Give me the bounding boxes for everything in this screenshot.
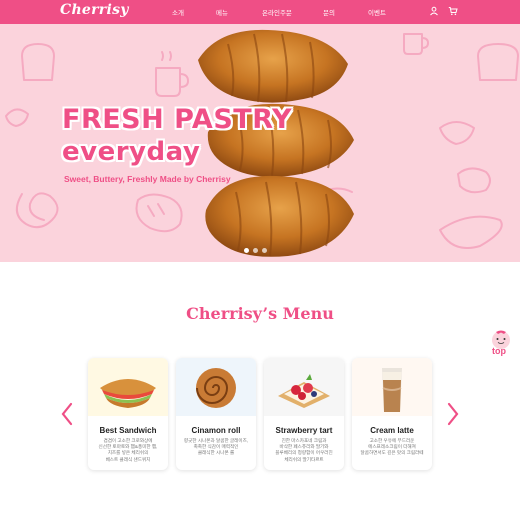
menu-card[interactable]: Cream latte 고소한 우유에 부드러운 에스프레소크림이 더해져 달콤하… (352, 358, 432, 470)
menu-item-name: Strawberry tart (275, 426, 333, 435)
main-nav: 소개 메뉴 온라인주문 문의 이벤트 (0, 0, 520, 24)
nav-item-menu[interactable]: 메뉴 (216, 7, 228, 17)
cream-latte-image (352, 358, 432, 416)
menu-item-name: Best Sandwich (99, 426, 157, 435)
carousel-next-arrow-icon[interactable] (446, 402, 460, 426)
croissant-photo (198, 29, 354, 257)
hero-subtitle: Sweet, Buttery, Freshly Made by Cherrisy (64, 174, 231, 184)
nav-item-event[interactable]: 이벤트 (368, 7, 386, 17)
carousel-dot[interactable] (262, 248, 267, 253)
cinnamon-roll-image (176, 358, 256, 416)
sandwich-image (88, 358, 168, 416)
hero-title-line1: FRESH PASTRY (62, 104, 293, 135)
carousel-dots (244, 248, 267, 253)
menu-item-description: 진한 마스카포네 크림과 바삭한 페스츄리와 딸기와 블루베리의 청량함이 어우러… (275, 438, 333, 462)
carousel-dot[interactable] (253, 248, 258, 253)
nav-item-contact[interactable]: 문의 (323, 7, 335, 17)
strawberry-tart-image (264, 358, 344, 416)
carousel-dot[interactable] (244, 248, 249, 253)
menu-card[interactable]: Strawberry tart 진한 마스카포네 크림과 바삭한 페스츄리와 딸기… (264, 358, 344, 470)
menu-section-title: Cherrisy’s Menu (186, 304, 334, 323)
cart-icon[interactable] (448, 6, 458, 16)
nav-item-about[interactable]: 소개 (172, 7, 184, 17)
user-icon[interactable] (429, 6, 439, 16)
site-header: Cherrisy 소개 메뉴 온라인주문 문의 이벤트 (0, 0, 520, 24)
menu-item-name: Cream latte (370, 426, 414, 435)
menu-card[interactable]: Cinamon roll 향긋한 시나몬과 달콤한 글레이즈, 촉촉한 식감이 매… (176, 358, 256, 470)
nav-item-online-order[interactable]: 온라인주문 (262, 7, 292, 17)
hero-title-line2: everyday (62, 137, 201, 167)
menu-item-description: 겹겹이 고소한 크로와상에 신선한 토마토와 햄&풍미한 햄, 치즈를 넣은 체리… (98, 438, 158, 462)
menu-item-description: 향긋한 시나몬과 달콤한 글레이즈, 촉촉한 식감이 매력적인 클래식한 시나몬 … (183, 438, 249, 456)
hero-banner: FRESH PASTRY everyday Sweet, Buttery, Fr… (0, 24, 520, 262)
top-button[interactable]: top (492, 346, 506, 356)
menu-card[interactable]: Best Sandwich 겹겹이 고소한 크로와상에 신선한 토마토와 햄&풍미… (88, 358, 168, 470)
menu-item-description: 고소한 우유에 부드러운 에스프레소크림이 더해져 달콤하면서도 깊은 맛의 크림… (360, 438, 424, 456)
carousel-prev-arrow-icon[interactable] (60, 402, 74, 426)
menu-item-name: Cinamon roll (191, 426, 241, 435)
